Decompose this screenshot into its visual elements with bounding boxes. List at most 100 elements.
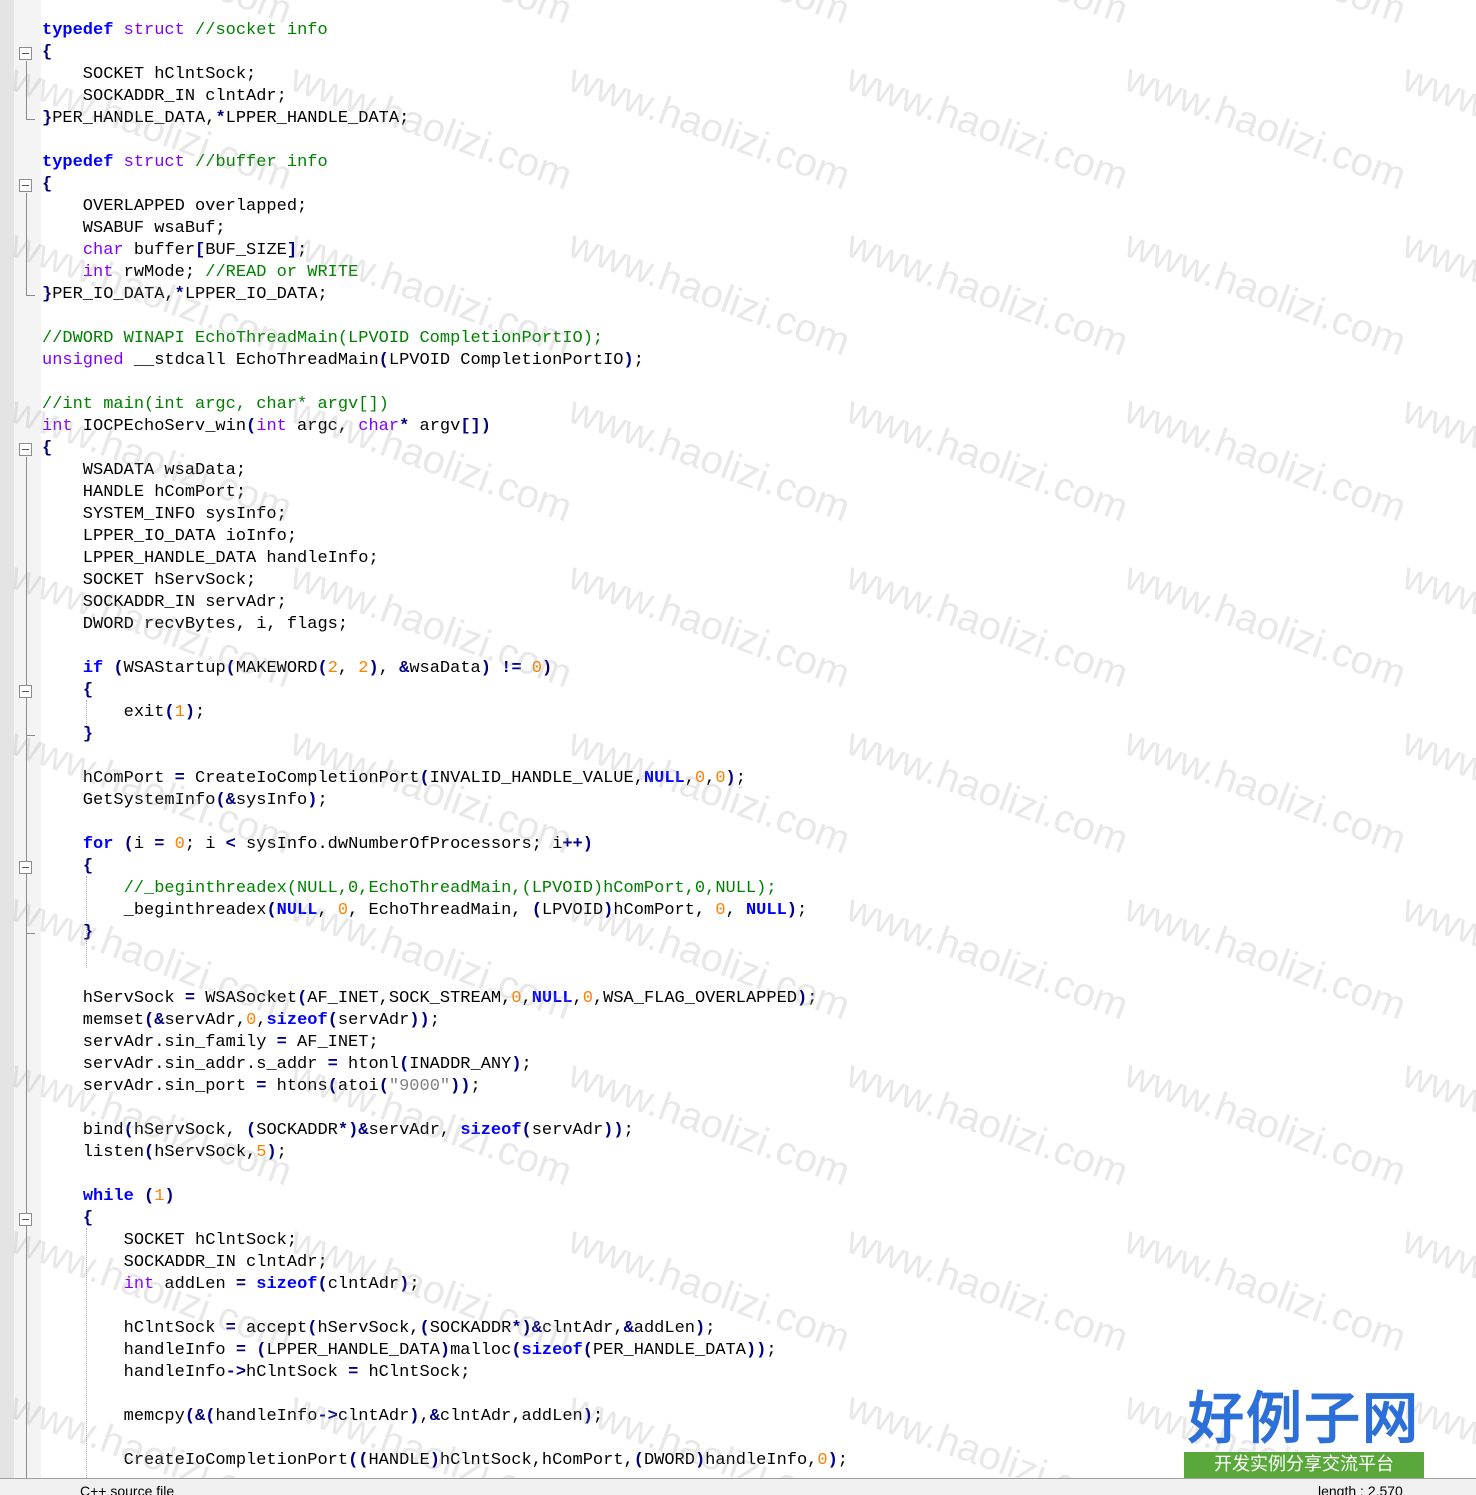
fold-toggle-icon[interactable] bbox=[19, 443, 32, 456]
code-line[interactable]: //DWORD WINAPI EchoThreadMain(LPVOID Com… bbox=[42, 328, 603, 350]
watermark-text: www.haolizi.com bbox=[1397, 0, 1476, 33]
watermark-text: www.haolizi.com bbox=[840, 886, 1134, 1029]
code-line[interactable]: //int main(int argc, char* argv[]) bbox=[42, 394, 389, 416]
site-logo: 好例子网 开发实例分享交流平台 bbox=[1182, 1388, 1426, 1480]
watermark-text: www.haolizi.com bbox=[563, 0, 856, 33]
watermark-text: www.haolizi.com bbox=[1396, 554, 1476, 697]
code-editor[interactable]: typedef struct //socket info{ SOCKET hCl… bbox=[0, 0, 1476, 1478]
code-line[interactable]: bind(hServSock, (SOCKADDR*)&servAdr, siz… bbox=[42, 1120, 634, 1142]
watermark-text: www.haolizi.com bbox=[1396, 886, 1476, 1029]
code-line[interactable]: }PER_HANDLE_DATA,*LPPER_HANDLE_DATA; bbox=[42, 108, 409, 130]
code-line[interactable]: SOCKET hClntSock; bbox=[42, 64, 256, 86]
code-line[interactable]: { bbox=[42, 438, 52, 460]
logo-subtitle: 开发实例分享交流平台 bbox=[1184, 1452, 1424, 1478]
code-line[interactable]: memset(&servAdr,0,sizeof(servAdr)); bbox=[42, 1010, 440, 1032]
code-line[interactable]: } bbox=[42, 724, 93, 746]
code-line[interactable]: OVERLAPPED overlapped; bbox=[42, 196, 307, 218]
code-line[interactable]: if (WSAStartup(MAKEWORD(2, 2), &wsaData)… bbox=[42, 658, 552, 680]
code-line[interactable]: handleInfo->hClntSock = hClntSock; bbox=[42, 1362, 471, 1384]
status-length: length : 2,570 bbox=[1318, 1483, 1403, 1495]
code-line[interactable]: exit(1); bbox=[42, 702, 206, 724]
code-line[interactable]: //_beginthreadex(NULL,0,EchoThreadMain,(… bbox=[42, 878, 777, 900]
code-line[interactable]: char buffer[BUF_SIZE]; bbox=[42, 240, 307, 262]
code-line[interactable]: } bbox=[42, 922, 93, 944]
fold-toggle-icon[interactable] bbox=[19, 47, 32, 60]
code-line[interactable]: }PER_IO_DATA,*LPPER_IO_DATA; bbox=[42, 284, 328, 306]
fold-line bbox=[26, 61, 27, 119]
watermark-text: www.haolizi.com bbox=[1396, 56, 1476, 199]
code-line[interactable]: _beginthreadex(NULL, 0, EchoThreadMain, … bbox=[42, 900, 808, 922]
watermark-text: www.haolizi.com bbox=[840, 1052, 1134, 1195]
code-line[interactable]: typedef struct //socket info bbox=[42, 20, 328, 42]
watermark-text: www.haolizi.com bbox=[1396, 222, 1476, 365]
watermark-text: www.haolizi.com bbox=[1118, 388, 1412, 531]
code-line[interactable]: for (i = 0; i < sysInfo.dwNumberOfProces… bbox=[42, 834, 593, 856]
code-line[interactable]: listen(hServSock,5); bbox=[42, 1142, 287, 1164]
code-line[interactable]: CreateIoCompletionPort((HANDLE)hClntSock… bbox=[42, 1450, 848, 1472]
watermark-text: www.haolizi.com bbox=[562, 56, 856, 199]
code-line[interactable]: servAdr.sin_family = AF_INET; bbox=[42, 1032, 379, 1054]
watermark-text: www.haolizi.com bbox=[562, 222, 856, 365]
status-file-type: C++ source file bbox=[80, 1483, 175, 1495]
fold-margin bbox=[14, 0, 41, 1478]
fold-line bbox=[26, 193, 27, 295]
code-line[interactable]: while (1) bbox=[42, 1186, 175, 1208]
code-line[interactable]: memcpy(&(handleInfo->clntAdr),&clntAdr,a… bbox=[42, 1406, 604, 1428]
code-line[interactable]: { bbox=[42, 856, 93, 878]
code-line[interactable]: int IOCPEchoServ_win(int argc, char* arg… bbox=[42, 416, 491, 438]
watermark-text: www.haolizi.com bbox=[1118, 886, 1412, 1029]
code-line[interactable]: WSABUF wsaBuf; bbox=[42, 218, 226, 240]
watermark-text: www.haolizi.com bbox=[1396, 1218, 1476, 1361]
fold-toggle-icon[interactable] bbox=[19, 1213, 32, 1226]
code-line[interactable]: { bbox=[42, 1208, 93, 1230]
watermark-text: www.haolizi.com bbox=[840, 56, 1134, 199]
code-line[interactable]: typedef struct //buffer info bbox=[42, 152, 328, 174]
line-number-gutter[interactable] bbox=[0, 0, 14, 1478]
fold-toggle-icon[interactable] bbox=[19, 685, 32, 698]
code-line[interactable]: servAdr.sin_port = htons(atoi("9000")); bbox=[42, 1076, 481, 1098]
watermark-text: www.haolizi.com bbox=[562, 554, 856, 697]
code-line[interactable]: hServSock = WSASocket(AF_INET,SOCK_STREA… bbox=[42, 988, 818, 1010]
watermark-text: www.haolizi.com bbox=[1396, 720, 1476, 863]
code-line[interactable]: { bbox=[42, 680, 93, 702]
watermark-text: www.haolizi.com bbox=[1396, 388, 1476, 531]
fold-end-tick bbox=[26, 735, 35, 736]
code-line[interactable]: HANDLE hComPort; bbox=[42, 482, 246, 504]
code-line[interactable]: { bbox=[42, 174, 52, 196]
code-line[interactable]: SOCKADDR_IN clntAdr; bbox=[42, 1252, 328, 1274]
fold-end-tick bbox=[26, 119, 35, 120]
watermark-text: www.haolizi.com bbox=[1118, 1052, 1412, 1195]
code-line[interactable]: DWORD recvBytes, i, flags; bbox=[42, 614, 348, 636]
watermark-text: www.haolizi.com bbox=[285, 0, 578, 33]
code-line[interactable]: LPPER_HANDLE_DATA handleInfo; bbox=[42, 548, 379, 570]
fold-toggle-icon[interactable] bbox=[19, 861, 32, 874]
code-line[interactable]: unsigned __stdcall EchoThreadMain(LPVOID… bbox=[42, 350, 644, 372]
code-line[interactable]: SOCKADDR_IN servAdr; bbox=[42, 592, 287, 614]
code-line[interactable]: hClntSock = accept(hServSock,(SOCKADDR*)… bbox=[42, 1318, 716, 1340]
logo-title: 好例子网 bbox=[1188, 1387, 1420, 1452]
code-line[interactable]: hComPort = CreateIoCompletionPort(INVALI… bbox=[42, 768, 746, 790]
code-line[interactable]: SYSTEM_INFO sysInfo; bbox=[42, 504, 287, 526]
fold-line bbox=[26, 457, 27, 1478]
watermark-text: www.haolizi.com bbox=[1118, 222, 1412, 365]
code-line[interactable]: SOCKET hClntSock; bbox=[42, 1230, 297, 1252]
code-line[interactable]: GetSystemInfo(&sysInfo); bbox=[42, 790, 328, 812]
watermark-text: www.haolizi.com bbox=[840, 1218, 1134, 1361]
code-line[interactable]: SOCKADDR_IN clntAdr; bbox=[42, 86, 287, 108]
code-line[interactable]: LPPER_IO_DATA ioInfo; bbox=[42, 526, 297, 548]
code-line[interactable]: handleInfo = (LPPER_HANDLE_DATA)malloc(s… bbox=[42, 1340, 777, 1362]
code-line[interactable]: { bbox=[42, 42, 52, 64]
fold-toggle-icon[interactable] bbox=[19, 179, 32, 192]
code-line[interactable]: int addLen = sizeof(clntAdr); bbox=[42, 1274, 420, 1296]
watermark-text: www.haolizi.com bbox=[1119, 0, 1412, 33]
code-line[interactable]: servAdr.sin_addr.s_addr = htonl(INADDR_A… bbox=[42, 1054, 532, 1076]
fold-end-tick bbox=[26, 933, 35, 934]
code-line[interactable]: int rwMode; //READ or WRITE bbox=[42, 262, 358, 284]
watermark-text: www.haolizi.com bbox=[840, 1384, 1134, 1478]
status-bar: C++ source file length : 2,570 bbox=[0, 1478, 1476, 1495]
watermark-text: www.haolizi.com bbox=[562, 720, 856, 863]
code-line[interactable]: WSADATA wsaData; bbox=[42, 460, 246, 482]
code-line[interactable]: SOCKET hServSock; bbox=[42, 570, 256, 592]
watermark-text: www.haolizi.com bbox=[1396, 1052, 1476, 1195]
watermark-text: www.haolizi.com bbox=[840, 222, 1134, 365]
